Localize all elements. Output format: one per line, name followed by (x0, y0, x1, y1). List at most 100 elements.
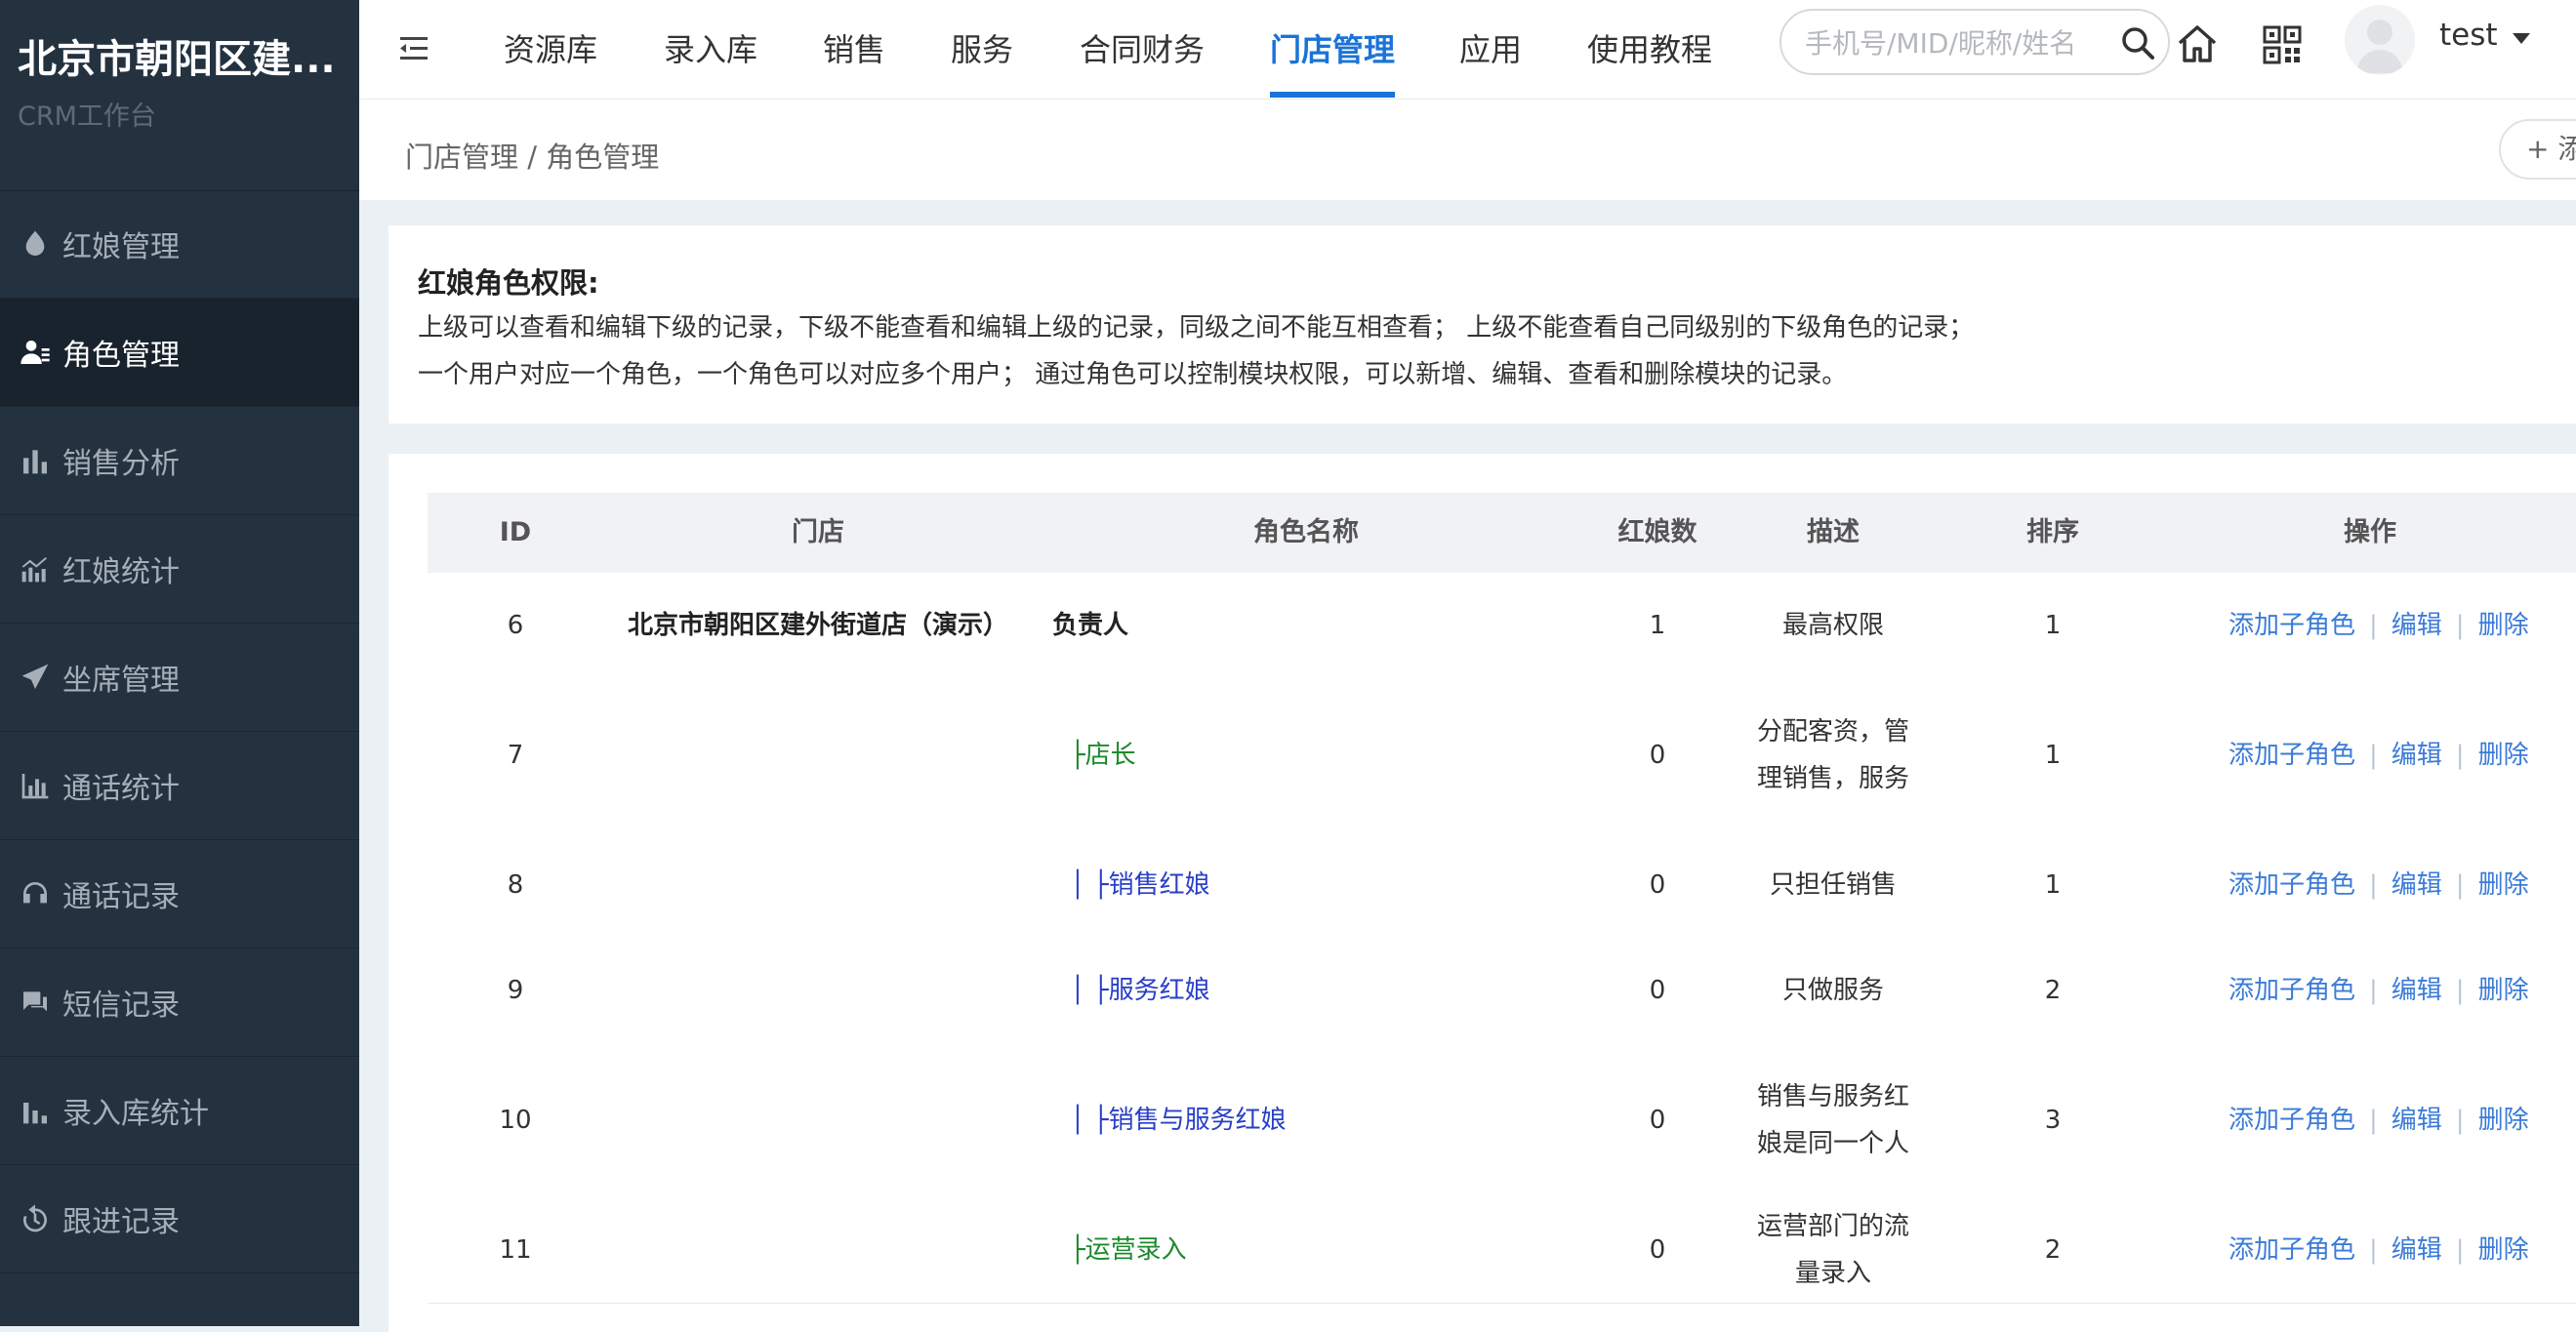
bar-chart-icon (18, 443, 53, 478)
search-icon[interactable] (2118, 23, 2157, 62)
cell-sort: 3 (2044, 1106, 2062, 1135)
cell-store (603, 832, 1033, 938)
action-separator: | (2369, 1235, 2378, 1265)
info-title: 红娘角色权限: (418, 266, 599, 300)
cell-sort: 2 (2044, 976, 2062, 1005)
cell-actions: 添加子角色 | 编辑 | 删除 (2228, 938, 2576, 1043)
active-tab-indicator (1270, 92, 1395, 98)
cell-sort: 1 (2044, 741, 2062, 770)
action-separator: | (2455, 976, 2465, 1005)
tab-resource-library[interactable]: 资源库 (504, 25, 597, 70)
edit-link[interactable]: 编辑 (2392, 862, 2442, 908)
delete-link[interactable]: 删除 (2478, 1227, 2529, 1273)
cell-sort: 1 (2044, 870, 2062, 900)
add-child-role-link[interactable]: 添加子角色 (2228, 1097, 2355, 1144)
table-header: ID 门店 角色名称 红娘数 描述 排序 操作 (428, 493, 2576, 573)
tab-entry-library[interactable]: 录入库 (664, 25, 757, 70)
add-role-button[interactable]: + 添 (2499, 119, 2576, 180)
edit-link[interactable]: 编辑 (2392, 967, 2442, 1014)
edit-link[interactable]: 编辑 (2392, 732, 2442, 779)
menu-collapse-icon[interactable] (394, 29, 433, 68)
user-list-icon (18, 335, 53, 370)
cell-actions: 添加子角色 | 编辑 | 删除 (2228, 832, 2576, 938)
sidebar-item-call-records[interactable]: 通话记录 (0, 840, 359, 949)
cell-store (603, 1197, 1033, 1303)
delete-link[interactable]: 删除 (2478, 967, 2529, 1014)
user-name[interactable]: test (2439, 18, 2498, 53)
cell-role-name: 负责人 (1052, 611, 1129, 640)
edit-link[interactable]: 编辑 (2392, 602, 2442, 649)
action-separator: | (2455, 611, 2465, 640)
column-header-sort: 排序 (2026, 517, 2079, 547)
sidebar-menu: 红娘管理 角色管理 销售分析 红娘统计 坐席管理 通话统计 通话记录 短信记录 (0, 190, 359, 1273)
cell-description: 分配客资，管理销售，服务 (1756, 717, 1909, 793)
tab-tutorial[interactable]: 使用教程 (1587, 25, 1712, 70)
sidebar-item-label: 录入库统计 (62, 1097, 209, 1131)
home-icon[interactable] (2175, 21, 2220, 66)
sidebar-item-entry-stats[interactable]: 录入库统计 (0, 1057, 359, 1165)
tab-store-management[interactable]: 门店管理 (1270, 25, 1395, 70)
add-child-role-link[interactable]: 添加子角色 (2228, 1227, 2355, 1273)
search-input[interactable] (1803, 20, 2109, 65)
action-separator: | (2455, 1235, 2465, 1265)
sidebar-item-seat-management[interactable]: 坐席管理 (0, 624, 359, 732)
cell-id: 11 (499, 1235, 532, 1265)
sidebar-item-label: 销售分析 (62, 447, 180, 481)
cell-matchmaker-count: 0 (1649, 870, 1666, 900)
delete-link[interactable]: 删除 (2478, 1097, 2529, 1144)
tab-sales[interactable]: 销售 (823, 25, 885, 70)
sidebar-item-label: 跟进记录 (62, 1205, 180, 1239)
action-separator: | (2369, 870, 2378, 900)
info-line-2: 一个用户对应一个角色，一个角色可以对应多个用户； 通过角色可以控制模块权限，可以… (418, 360, 1848, 389)
sidebar-item-follow-up[interactable]: 跟进记录 (0, 1165, 359, 1273)
roles-table-panel: ID 门店 角色名称 红娘数 描述 排序 操作 6 北京市朝阳区建外街道店（演示）… (388, 454, 2576, 1332)
cell-matchmaker-count: 0 (1649, 1106, 1666, 1135)
user-dropdown-caret-icon[interactable] (2513, 33, 2530, 44)
edit-link[interactable]: 编辑 (2392, 1097, 2442, 1144)
info-line-1: 上级可以查看和编辑下级的记录，下级不能查看和编辑上级的记录，同级之间不能互相查看… (418, 313, 1975, 343)
tab-apps[interactable]: 应用 (1459, 25, 1522, 70)
sidebar-item-label: 短信记录 (62, 989, 180, 1023)
cell-store (603, 938, 1033, 1043)
cell-id: 9 (507, 976, 524, 1005)
cell-description: 销售与服务红娘是同一个人 (1756, 1082, 1909, 1158)
brand: 北京市朝阳区建... CRM工作台 (0, 0, 359, 191)
add-child-role-link[interactable]: 添加子角色 (2228, 862, 2355, 908)
cell-store: 北京市朝阳区建外街道店（演示） (627, 611, 1008, 640)
brand-title: 北京市朝阳区建... (18, 37, 336, 82)
drop-icon (18, 226, 53, 262)
column-header-matchmaker-count: 红娘数 (1617, 517, 1697, 547)
sidebar-item-roles[interactable]: 角色管理 (0, 299, 359, 407)
breadcrumb-bar: 门店管理 / 角色管理 + 添 (359, 100, 2576, 200)
table-row: 6 北京市朝阳区建外街道店（演示） 负责人 1 最高权限 1 添加子角色 | 编辑 | 删除 (428, 573, 2576, 679)
tab-service[interactable]: 服务 (951, 25, 1013, 70)
edit-link[interactable]: 编辑 (2392, 1227, 2442, 1273)
column-header-store: 门店 (792, 517, 844, 547)
add-child-role-link[interactable]: 添加子角色 (2228, 732, 2355, 779)
cell-actions: 添加子角色 | 编辑 | 删除 (2228, 678, 2576, 832)
delete-link[interactable]: 删除 (2478, 732, 2529, 779)
bar-chart-icon (18, 1093, 53, 1128)
trend-chart-icon (18, 551, 53, 586)
delete-link[interactable]: 删除 (2478, 602, 2529, 649)
search-box (1779, 9, 2170, 75)
sidebar-item-matchmaker-stats[interactable]: 红娘统计 (0, 515, 359, 624)
action-separator: | (2455, 1106, 2465, 1135)
cell-matchmaker-count: 0 (1649, 1235, 1666, 1265)
sidebar-item-label: 通话记录 (62, 880, 180, 914)
sidebar-item-sales-analysis[interactable]: 销售分析 (0, 407, 359, 515)
cell-matchmaker-count: 1 (1649, 611, 1666, 640)
sidebar-item-label: 坐席管理 (62, 664, 180, 698)
avatar[interactable] (2345, 5, 2415, 75)
sidebar-item-sms-records[interactable]: 短信记录 (0, 949, 359, 1057)
add-child-role-link[interactable]: 添加子角色 (2228, 602, 2355, 649)
column-header-id: ID (499, 517, 532, 547)
add-child-role-link[interactable]: 添加子角色 (2228, 967, 2355, 1014)
tab-contract-finance[interactable]: 合同财务 (1080, 25, 1205, 70)
sidebar-item-call-stats[interactable]: 通话统计 (0, 732, 359, 840)
delete-link[interactable]: 删除 (2478, 862, 2529, 908)
action-separator: | (2369, 976, 2378, 1005)
cell-id: 8 (507, 870, 524, 900)
qr-code-icon[interactable] (2263, 25, 2302, 64)
sidebar-item-matchmaker[interactable]: 红娘管理 (0, 190, 359, 299)
